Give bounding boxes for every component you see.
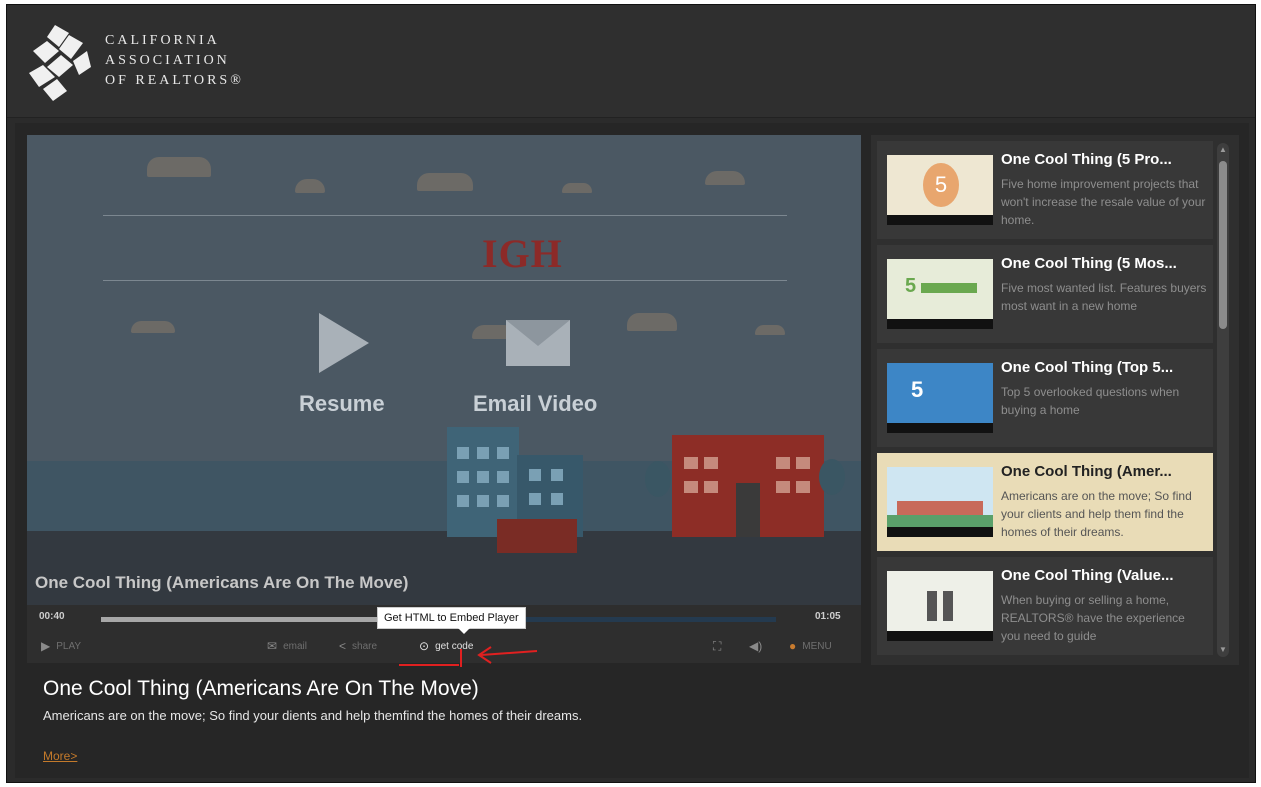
- playlist-item-desc: Americans are on the move; So find your …: [1001, 489, 1192, 539]
- playlist-item[interactable]: One Cool Thing (Value... When buying or …: [877, 557, 1213, 655]
- playlist-item[interactable]: 5 One Cool Thing (5 Pro... Five home imp…: [877, 141, 1213, 239]
- current-time: 00:40: [39, 611, 65, 622]
- brand-line-2: ASSOCIATION: [105, 53, 230, 68]
- email-label: email: [283, 640, 307, 652]
- thumb-badge: 5: [905, 275, 917, 297]
- cloud: [755, 325, 785, 335]
- thumbnail: 5: [887, 259, 993, 329]
- total-time: 01:05: [815, 611, 841, 622]
- video-description-title: One Cool Thing (Americans Are On The Mov…: [43, 677, 479, 700]
- thumbnail: 5: [887, 155, 993, 225]
- playlist-item-title: One Cool Thing (Top 5...: [1001, 359, 1174, 376]
- delivery-truck: [497, 519, 577, 553]
- brand-line-1: CALIFORNIA: [105, 33, 220, 48]
- play-label: PLAY: [56, 640, 82, 652]
- cloud: [147, 157, 211, 177]
- site-header: CALIFORNIA ASSOCIATION OF REALTORS®: [7, 5, 1255, 118]
- cloud: [295, 179, 325, 193]
- speaker-icon: ◀): [749, 639, 763, 653]
- car-logo-icon[interactable]: [25, 21, 95, 105]
- menu-label: MENU: [802, 640, 832, 652]
- brand-name: CALIFORNIA ASSOCIATION OF REALTORS®: [105, 31, 244, 91]
- play-button[interactable]: ▶ PLAY: [41, 639, 81, 653]
- menu-button[interactable]: ● MENU: [789, 639, 832, 653]
- playlist-item-title: One Cool Thing (5 Mos...: [1001, 255, 1177, 272]
- scrollbar-thumb[interactable]: [1219, 161, 1227, 329]
- cloud: [627, 313, 677, 331]
- resume-button[interactable]: Resume: [299, 391, 385, 417]
- main-content: IGH Resume Email Video One Cool Thing (A…: [15, 123, 1249, 778]
- thumb-badge: 5: [923, 163, 959, 207]
- play-icon[interactable]: [319, 313, 369, 373]
- scroll-up-icon[interactable]: ▲: [1217, 145, 1229, 155]
- thumbnail: [887, 571, 993, 641]
- share-button[interactable]: < share: [339, 639, 377, 653]
- playlist-item-desc: When buying or selling a home, REALTORS®…: [1001, 593, 1185, 643]
- playlist-item-desc: Five most wanted list. Features buyers m…: [1001, 281, 1207, 313]
- thumbnail: [887, 467, 993, 537]
- cloud: [705, 171, 745, 185]
- playlist-item-desc: Five home improvement projects that won'…: [1001, 177, 1206, 227]
- thumb-badge: 5: [911, 377, 924, 402]
- playlist-item-title: One Cool Thing (Value...: [1001, 567, 1174, 584]
- progress-fill: [101, 617, 405, 622]
- road-band: [27, 531, 861, 605]
- scroll-down-icon[interactable]: ▼: [1217, 645, 1229, 655]
- scene-sign-text: IGH: [482, 231, 563, 276]
- school-building: [672, 435, 824, 537]
- playlist-item-title: One Cool Thing (Amer...: [1001, 463, 1172, 480]
- video-description-text: Americans are on the move; So find your …: [43, 708, 583, 723]
- menu-color-icon: ●: [789, 639, 797, 653]
- email-video-button[interactable]: Email Video: [473, 391, 597, 417]
- brand-line-3: OF REALTORS®: [105, 73, 244, 88]
- divider-line: [103, 280, 787, 281]
- play-small-icon: ▶: [41, 639, 51, 653]
- envelope-icon[interactable]: [506, 320, 570, 366]
- volume-button[interactable]: ◀): [749, 639, 762, 653]
- divider-line: [103, 215, 787, 216]
- more-link[interactable]: More>: [43, 749, 77, 763]
- cloud: [131, 321, 175, 333]
- thumbnail: 5: [887, 363, 993, 433]
- playlist-item-selected[interactable]: One Cool Thing (Amer... Americans are on…: [877, 453, 1213, 551]
- playlist-item-desc: Top 5 overlooked questions when buying a…: [1001, 385, 1180, 417]
- annotation-underline-icon: [399, 646, 538, 667]
- fullscreen-icon: ⛶: [713, 639, 722, 653]
- playlist-item[interactable]: 5 One Cool Thing (5 Mos... Five most wan…: [877, 245, 1213, 343]
- cloud: [562, 183, 592, 193]
- share-icon: <: [339, 639, 347, 653]
- video-title-overlay: One Cool Thing (Americans Are On The Mov…: [35, 573, 409, 592]
- fullscreen-button[interactable]: ⛶: [713, 639, 721, 654]
- app-frame: CALIFORNIA ASSOCIATION OF REALTORS® IGH: [6, 4, 1256, 783]
- mail-icon: ✉: [267, 639, 278, 653]
- cloud: [417, 173, 473, 191]
- share-label: share: [352, 640, 378, 652]
- tree: [645, 461, 671, 497]
- email-button[interactable]: ✉ email: [267, 639, 307, 653]
- video-player[interactable]: IGH Resume Email Video One Cool Thing (A…: [27, 135, 861, 605]
- tree: [819, 459, 845, 495]
- playlist-item-title: One Cool Thing (5 Pro...: [1001, 151, 1172, 168]
- playlist-scrollbar[interactable]: ▲ ▼: [1217, 143, 1229, 657]
- embed-tooltip: Get HTML to Embed Player: [377, 607, 526, 634]
- playlist-panel: 5 One Cool Thing (5 Pro... Five home imp…: [871, 135, 1239, 665]
- playlist-item[interactable]: 5 One Cool Thing (Top 5... Top 5 overloo…: [877, 349, 1213, 447]
